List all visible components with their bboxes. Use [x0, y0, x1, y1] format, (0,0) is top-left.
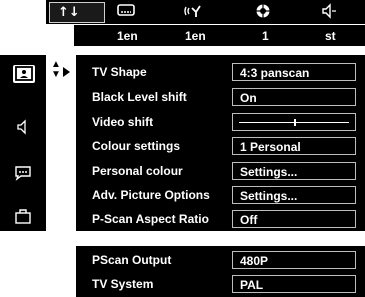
- setting-row-black-level-shift[interactable]: Black Level shift On: [76, 86, 365, 108]
- setting-label: Colour settings: [92, 139, 181, 153]
- setting-label: PScan Output: [92, 253, 172, 267]
- tv-picture-icon: [15, 66, 33, 81]
- angle-icon[interactable]: [254, 3, 272, 22]
- audio-icon[interactable]: [321, 3, 337, 22]
- subtitle-value: 1en: [117, 29, 138, 43]
- picture-settings-panel: TV Shape 4:3 panscan Black Level shift O…: [76, 55, 365, 231]
- setting-row-adv-picture-options[interactable]: Adv. Picture Options Settings...: [76, 184, 365, 206]
- setting-value[interactable]: PAL: [232, 275, 356, 293]
- speaker-icon[interactable]: [13, 119, 33, 135]
- setting-value[interactable]: 480P: [232, 251, 356, 269]
- setting-row-video-shift[interactable]: Video shift: [76, 111, 365, 133]
- video-shift-slider[interactable]: [232, 113, 356, 131]
- picture-settings-icon[interactable]: ↑↓: [58, 3, 82, 22]
- setting-label: TV Shape: [92, 65, 147, 79]
- angle-value: 1: [262, 29, 269, 43]
- submenu-pointer-icon: [63, 67, 70, 77]
- setting-label: P-Scan Aspect Ratio: [92, 212, 209, 226]
- setting-label: Video shift: [92, 115, 154, 129]
- setting-label: Black Level shift: [92, 90, 187, 104]
- output-settings-panel: PScan Output 480P TV System PAL: [76, 246, 365, 297]
- briefcase-icon[interactable]: [13, 209, 33, 225]
- setting-value[interactable]: Settings...: [232, 162, 356, 180]
- setting-row-pscan-output[interactable]: PScan Output 480P: [76, 249, 365, 271]
- setting-label: Adv. Picture Options: [92, 188, 210, 202]
- setting-label: TV System: [92, 277, 154, 291]
- audio-language-value: 1en: [185, 29, 206, 43]
- subtitle-chat-icon[interactable]: [13, 165, 33, 181]
- setting-value[interactable]: Off: [232, 210, 356, 228]
- setting-value[interactable]: 4:3 panscan: [232, 63, 356, 81]
- top-menu-bar: ↑↓ 1en 1en 1 st: [0, 0, 365, 46]
- scroll-arrows-icon[interactable]: ▲ ▼: [51, 60, 61, 80]
- settings-sidebar: [0, 55, 46, 231]
- setting-row-tv-system[interactable]: TV System PAL: [76, 273, 365, 295]
- slider-handle[interactable]: [294, 119, 296, 126]
- setting-row-personal-colour[interactable]: Personal colour Settings...: [76, 160, 365, 182]
- audio-language-icon[interactable]: [183, 3, 205, 22]
- setting-label: Personal colour: [92, 164, 183, 178]
- setting-value[interactable]: Settings...: [232, 186, 356, 204]
- setting-row-tv-shape[interactable]: TV Shape 4:3 panscan: [76, 61, 365, 83]
- subtitle-icon[interactable]: [117, 3, 137, 22]
- setting-value[interactable]: 1 Personal: [232, 137, 356, 155]
- audio-value: st: [325, 29, 336, 43]
- setting-row-colour-settings[interactable]: Colour settings 1 Personal: [76, 135, 365, 157]
- setting-value[interactable]: On: [232, 88, 356, 106]
- setting-row-pscan-aspect-ratio[interactable]: P-Scan Aspect Ratio Off: [76, 208, 365, 230]
- sidebar-selected-item[interactable]: [13, 65, 35, 83]
- svg-text:↑↓: ↑↓: [58, 5, 80, 19]
